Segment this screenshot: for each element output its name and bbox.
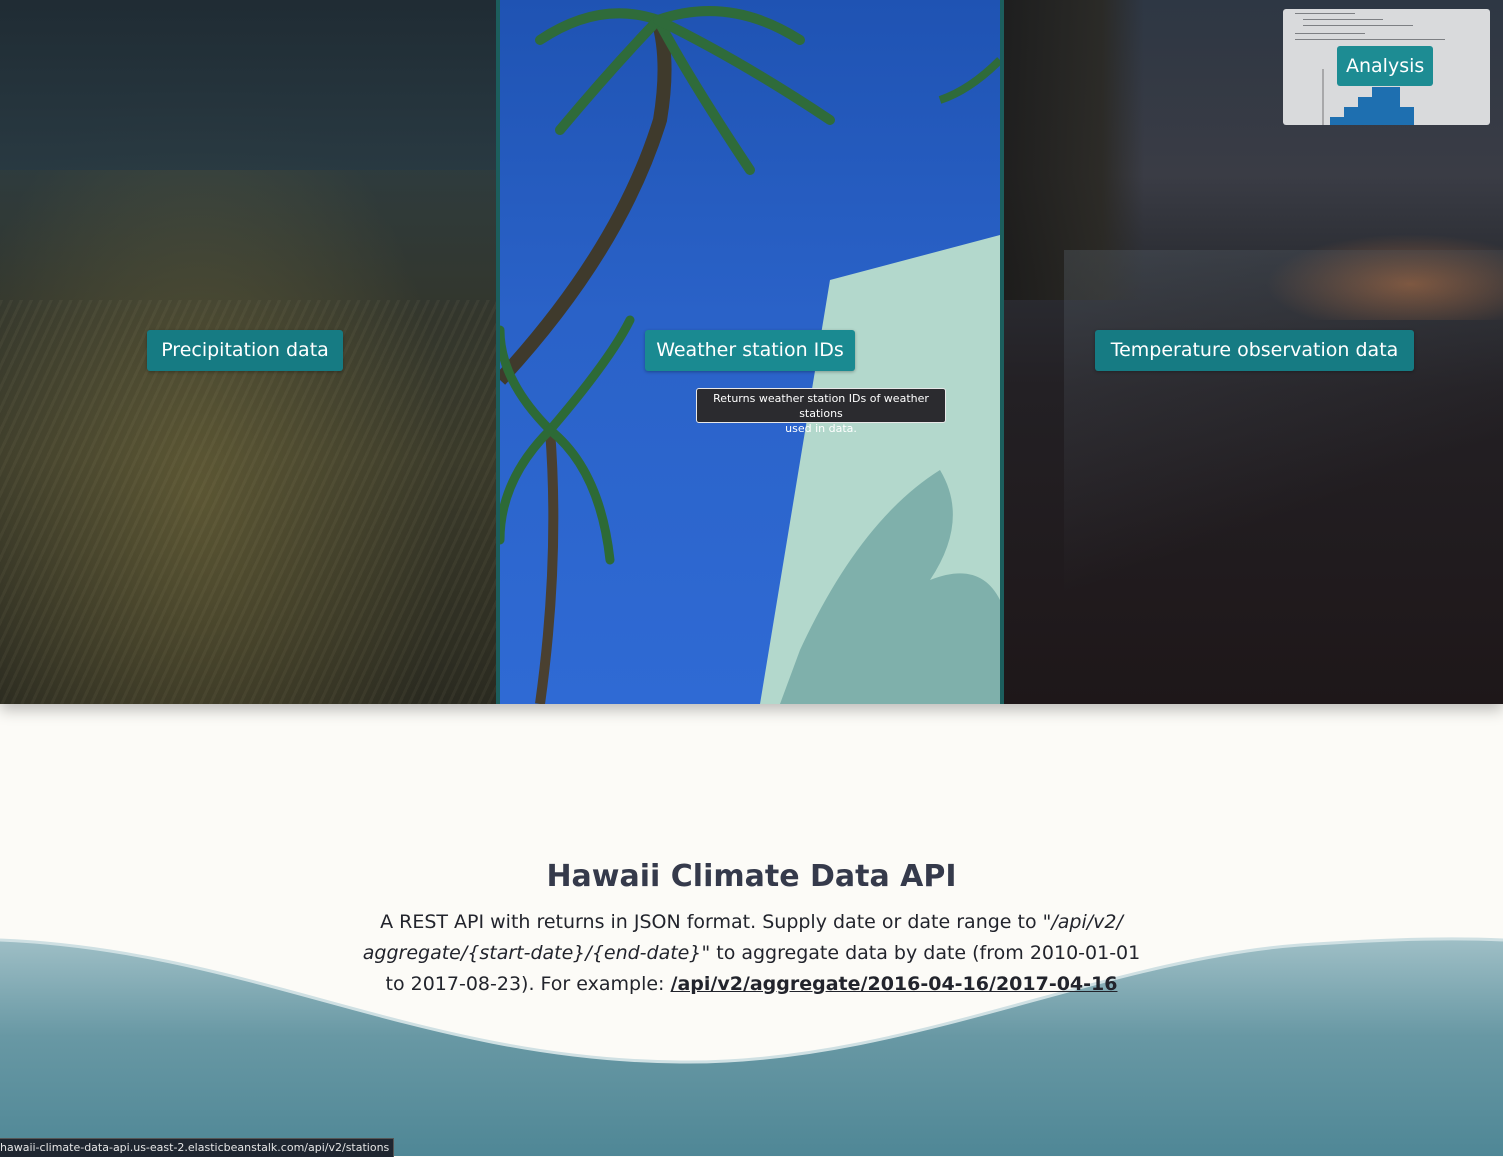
precipitation-button[interactable]: Precipitation data	[147, 330, 343, 371]
status-bar-url: hawaii-climate-data-api.us-east-2.elasti…	[0, 1138, 395, 1157]
desc-text-1: A REST API with returns in JSON format. …	[380, 911, 1043, 933]
ocean-image	[0, 0, 496, 170]
main-content: Hawaii Climate Data API A REST API with …	[0, 855, 1503, 1000]
tooltip-line-1: Returns weather station IDs of weather s…	[713, 392, 929, 420]
shoreline	[1064, 250, 1503, 704]
api-description: A REST API with returns in JSON format. …	[352, 907, 1152, 1000]
page-title: Hawaii Climate Data API	[546, 859, 957, 894]
analysis-button[interactable]: Analysis	[1337, 46, 1434, 86]
stations-tooltip: Returns weather station IDs of weather s…	[696, 388, 946, 435]
analysis-thumbnail[interactable]: Analysis	[1283, 9, 1490, 125]
hero-panels: Precipitation data Weather station IDs T…	[0, 0, 1503, 704]
example-link[interactable]: /api/v2/aggregate/2016-04-16/2017-04-16	[671, 973, 1118, 995]
temperature-button[interactable]: Temperature observation data	[1095, 330, 1414, 371]
tooltip-line-2: used in data.	[785, 422, 857, 435]
stations-button[interactable]: Weather station IDs	[645, 330, 855, 371]
